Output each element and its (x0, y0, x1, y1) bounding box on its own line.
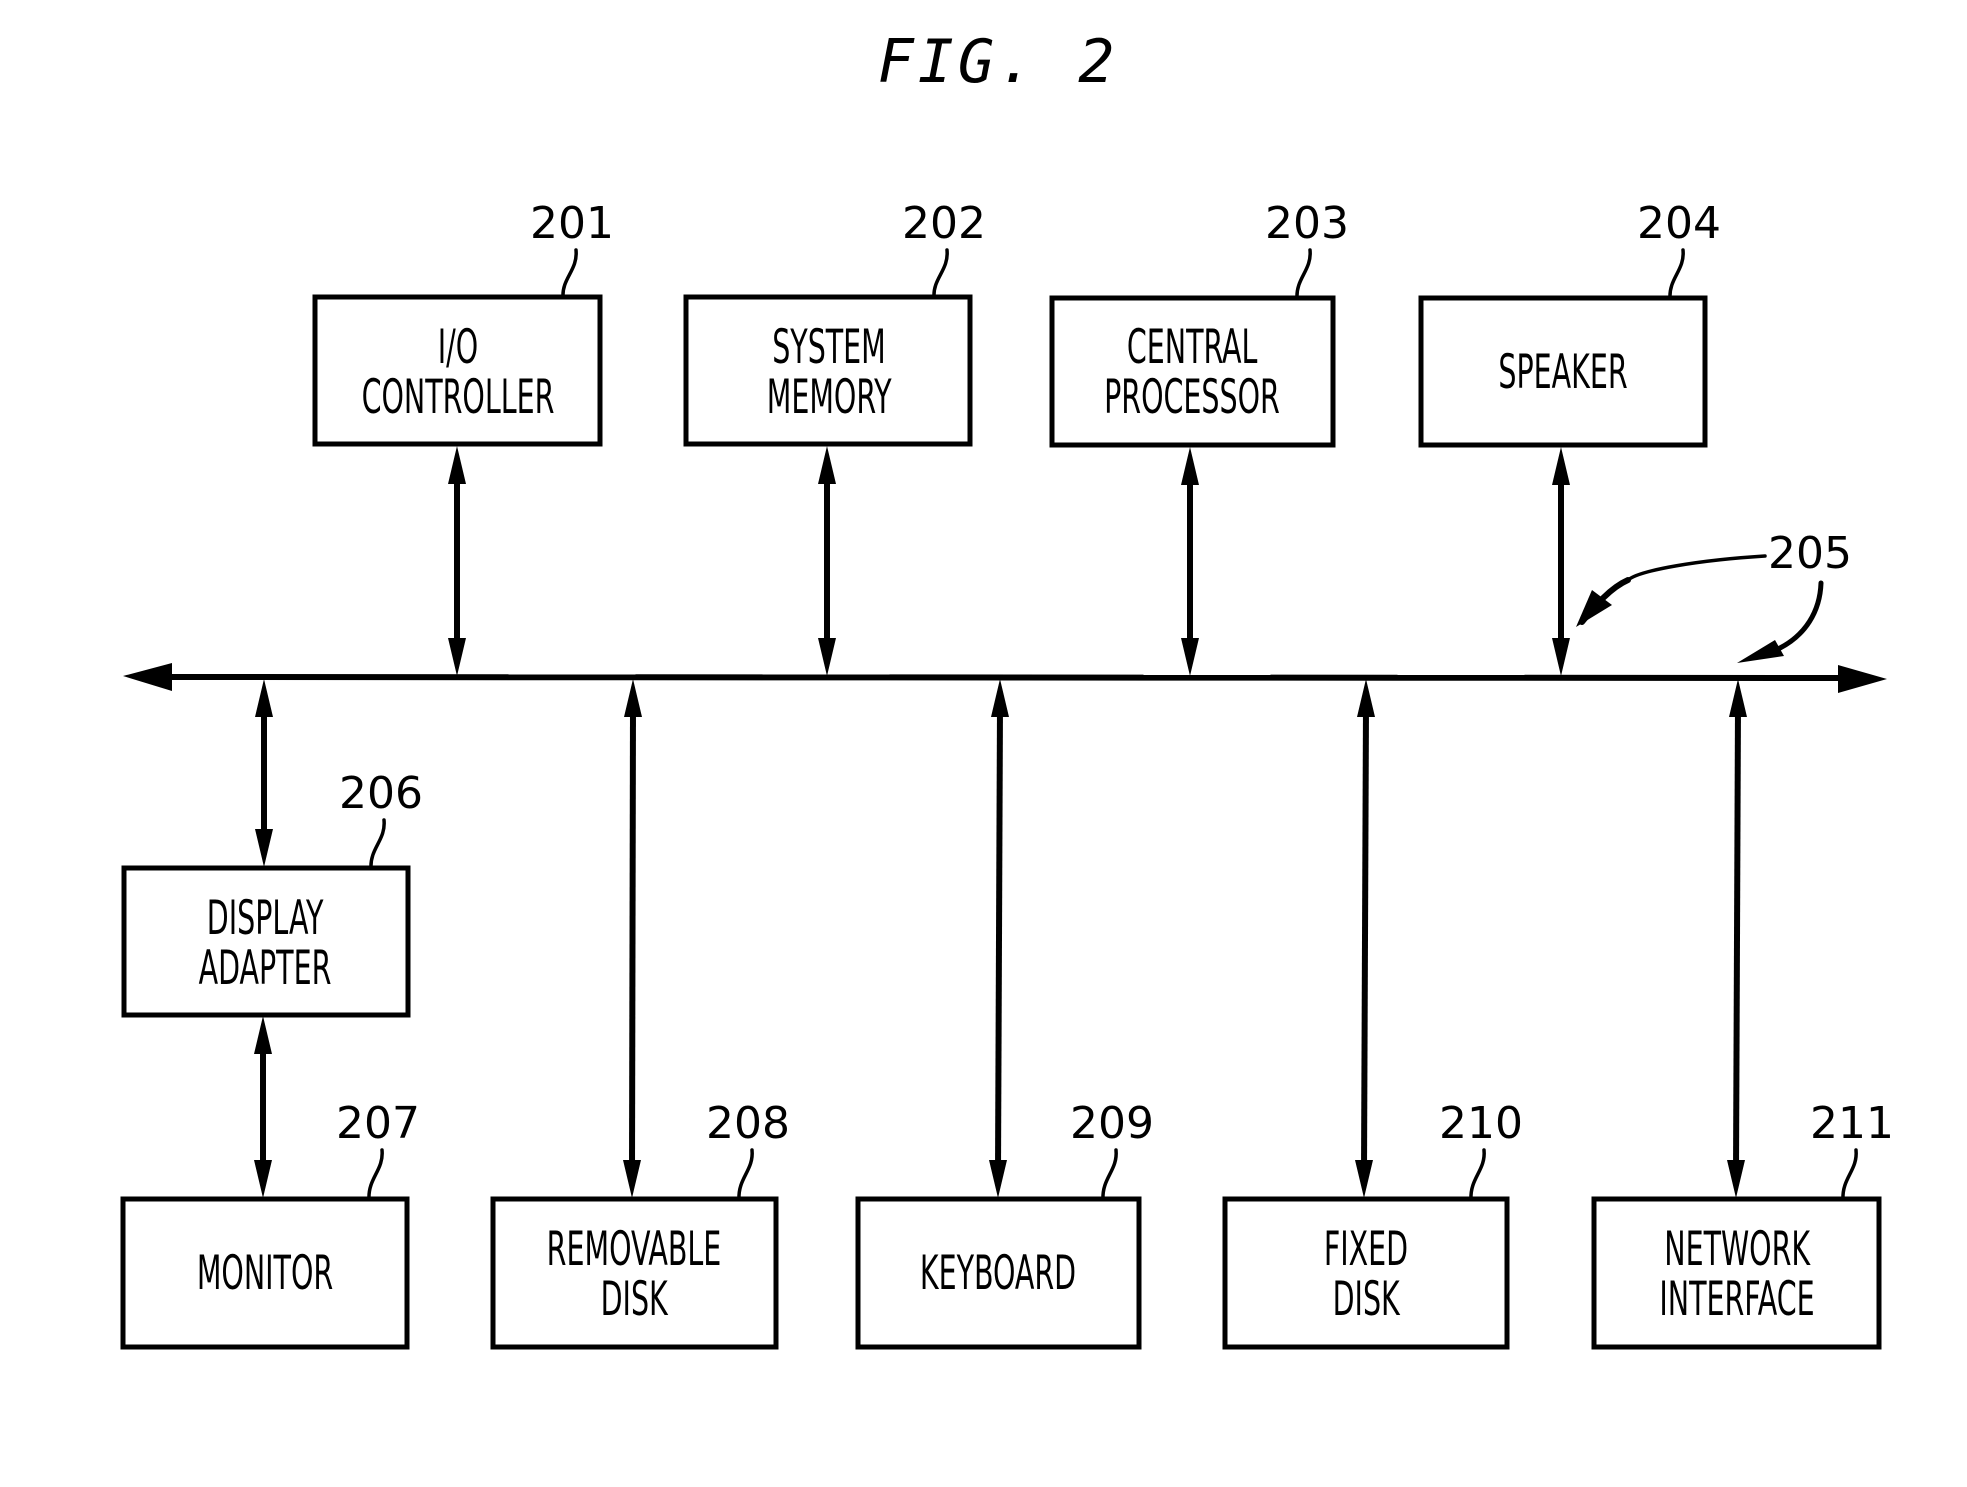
ref-209: 209 (1070, 1098, 1154, 1149)
leader-211 (1841, 1148, 1858, 1201)
io-controller-bus-connector (448, 446, 466, 676)
central-processor-label-line2: PROCESSOR (1104, 370, 1280, 425)
bus-line (159, 674, 1846, 681)
leader-204 (1668, 248, 1685, 300)
leader-206 (369, 818, 386, 870)
block-keyboard: KEYBOARD 209 (855, 679, 1154, 1350)
fixed-disk-label-line2: DISK (1333, 1272, 1401, 1327)
bus-leader-1 (1626, 554, 1767, 582)
ref-207: 207 (336, 1098, 420, 1149)
block-io-controller: I/O CONTROLLER 201 (312, 198, 614, 676)
fixed-disk-bus-connector (1355, 679, 1375, 1198)
removable-disk-label-line1: REMOVABLE (547, 1222, 722, 1277)
ref-206: 206 (339, 768, 423, 819)
removable-disk-label-line2: DISK (601, 1272, 669, 1327)
central-processor-label-line1: CENTRAL (1127, 320, 1258, 375)
monitor-label: MONITOR (197, 1246, 333, 1301)
network-interface-bus-connector (1727, 679, 1747, 1198)
leader-210 (1469, 1148, 1486, 1201)
network-interface-label-line2: INTERFACE (1659, 1272, 1814, 1327)
central-processor-bus-connector (1181, 447, 1199, 676)
io-controller-label-line1: I/O (438, 320, 478, 375)
speaker-label: SPEAKER (1498, 345, 1627, 400)
leader-201 (561, 248, 578, 299)
display-adapter-monitor-connector (254, 1016, 272, 1198)
block-speaker: SPEAKER 204 (1418, 198, 1721, 676)
display-adapter-label-line2: ADAPTER (199, 941, 332, 996)
network-interface-label-line1: NETWORK (1664, 1222, 1811, 1277)
bus-reference: 205 (1576, 528, 1852, 663)
block-central-processor: CENTRAL PROCESSOR 203 (1049, 198, 1349, 676)
display-adapter-bus-connector (255, 679, 273, 867)
keyboard-bus-connector (989, 679, 1009, 1198)
display-adapter-label-line1: DISPLAY (207, 891, 324, 946)
bus-leader-2-arrowhead (1737, 640, 1784, 663)
leader-208 (737, 1148, 754, 1201)
ref-208: 208 (706, 1098, 790, 1149)
removable-disk-bus-connector (623, 679, 642, 1198)
block-monitor: MONITOR 207 (120, 1098, 420, 1350)
ref-202: 202 (902, 198, 986, 249)
leader-202 (932, 248, 949, 299)
system-memory-label-line1: SYSTEM (772, 320, 886, 375)
bus-leader-2 (1777, 580, 1824, 651)
leader-203 (1295, 248, 1312, 300)
block-diagram: FIG. 2 205 I/O CONTROLLER 201 SYSTEM MEM… (120, 27, 1894, 1350)
block-network-interface: NETWORK INTERFACE 211 (1591, 679, 1894, 1350)
ref-201: 201 (530, 198, 614, 249)
bus-right-arrowhead (1838, 665, 1887, 693)
block-system-memory: SYSTEM MEMORY 202 (683, 198, 986, 676)
ref-205: 205 (1768, 528, 1852, 579)
block-fixed-disk: FIXED DISK 210 (1222, 679, 1523, 1350)
block-removable-disk: REMOVABLE DISK 208 (490, 679, 790, 1350)
speaker-bus-connector (1552, 447, 1570, 676)
io-controller-label-line2: CONTROLLER (362, 370, 555, 425)
system-memory-bus-connector (818, 446, 836, 676)
ref-203: 203 (1265, 198, 1349, 249)
bus-left-arrowhead (123, 663, 172, 691)
ref-210: 210 (1439, 1098, 1523, 1149)
system-bus (123, 663, 1887, 693)
fixed-disk-label-line1: FIXED (1324, 1222, 1408, 1277)
ref-211: 211 (1810, 1098, 1894, 1149)
system-memory-label-line2: MEMORY (767, 370, 892, 425)
keyboard-label: KEYBOARD (920, 1246, 1076, 1301)
leader-209 (1101, 1148, 1118, 1201)
leader-207 (367, 1148, 384, 1201)
figure-title: FIG. 2 (878, 27, 1119, 97)
ref-204: 204 (1637, 198, 1721, 249)
